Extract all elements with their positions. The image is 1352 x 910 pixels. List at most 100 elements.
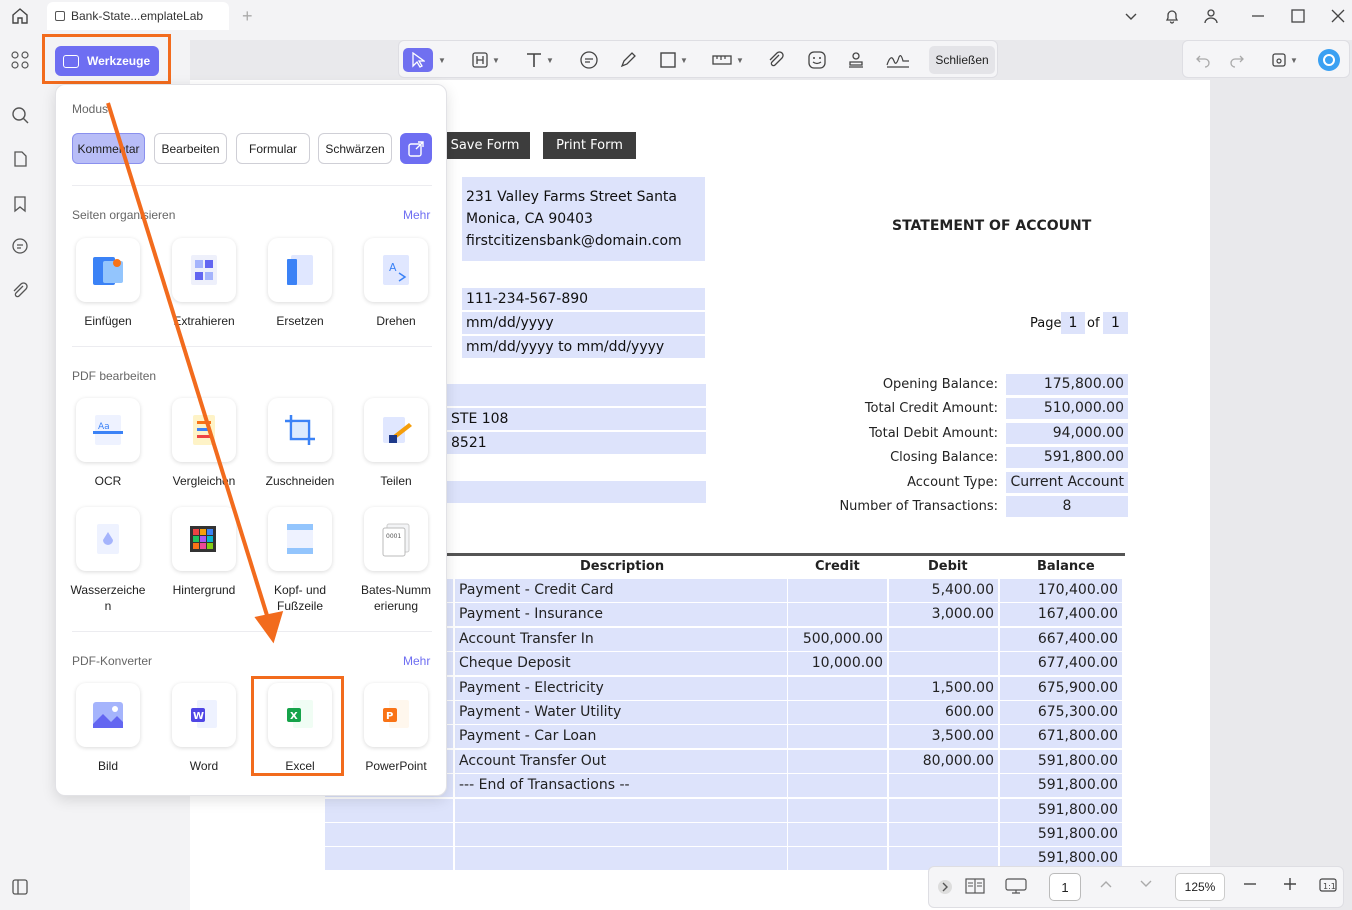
tile-ersetzen[interactable]: Ersetzen (252, 238, 348, 329)
summary-value[interactable]: 94,000.00 (1006, 423, 1128, 444)
zoom-in-icon[interactable] (1283, 877, 1297, 896)
debit-cell[interactable]: 3,500.00 (889, 725, 999, 748)
close-tools-button[interactable]: Schließen (929, 46, 995, 74)
page-layout-icon[interactable] (965, 877, 985, 900)
tile-word[interactable]: W Word (156, 683, 252, 774)
debit-cell[interactable] (889, 628, 999, 651)
credit-cell[interactable] (788, 579, 888, 602)
debit-cell[interactable]: 1,500.00 (889, 677, 999, 700)
balance-cell[interactable]: 167,400.00 (1000, 603, 1123, 626)
description-cell[interactable]: Payment - Electricity (455, 677, 788, 700)
debit-cell[interactable] (889, 774, 999, 797)
debit-cell[interactable]: 3,000.00 (889, 603, 999, 626)
description-cell[interactable]: Payment - Car Loan (455, 725, 788, 748)
tile-teilen[interactable]: Teilen (348, 398, 444, 489)
credit-cell[interactable] (788, 799, 888, 822)
mode-schwaerzen-button[interactable]: Schwärzen (318, 133, 392, 164)
zoom-out-icon[interactable] (1243, 877, 1257, 896)
debit-cell[interactable]: 600.00 (889, 701, 999, 724)
description-cell[interactable]: Account Transfer Out (455, 750, 788, 773)
debit-cell[interactable]: 80,000.00 (889, 750, 999, 773)
credit-cell[interactable] (788, 725, 888, 748)
description-cell[interactable]: Cheque Deposit (455, 652, 788, 675)
summary-value[interactable]: 175,800.00 (1006, 374, 1128, 395)
werkzeuge-button[interactable]: Werkzeuge (55, 46, 159, 76)
page-up-icon[interactable] (1099, 877, 1113, 896)
page-number-field[interactable]: 1 (1061, 312, 1085, 334)
customer-address-field-1[interactable]: STE 108 (447, 408, 706, 430)
credit-cell[interactable]: 10,000.00 (788, 652, 888, 675)
text-tool-icon[interactable]: ▼ (525, 48, 554, 72)
tile-hintergrund[interactable]: Hintergrund (156, 507, 252, 598)
balance-cell[interactable]: 667,400.00 (1000, 628, 1123, 651)
undo-icon[interactable] (1195, 48, 1211, 72)
attachment-icon[interactable] (9, 280, 31, 302)
row-ref-cell[interactable] (325, 823, 454, 846)
chevron-down-icon[interactable] (1119, 4, 1143, 28)
balance-cell[interactable]: 675,300.00 (1000, 701, 1123, 724)
save-icon[interactable]: ▼ (1271, 48, 1298, 72)
description-cell[interactable] (455, 823, 788, 846)
customer-extra-field[interactable] (447, 481, 706, 503)
date-field[interactable]: mm/dd/yyyy (462, 312, 705, 334)
customer-address-field-2[interactable]: 8521 (447, 432, 706, 454)
save-form-button[interactable]: Save Form (440, 132, 530, 159)
description-cell[interactable]: Account Transfer In (455, 628, 788, 651)
attach-tool-icon[interactable] (767, 48, 785, 72)
balance-cell[interactable]: 675,900.00 (1000, 677, 1123, 700)
balance-cell[interactable]: 591,800.00 (1000, 823, 1123, 846)
bank-address-field[interactable]: 231 Valley Farms Street Santa Monica, CA… (462, 177, 705, 261)
page-total-field[interactable]: 1 (1103, 312, 1128, 334)
maximize-icon[interactable] (1286, 4, 1310, 28)
document-tab[interactable]: Bank-State...emplateLab (47, 2, 229, 30)
description-cell[interactable]: Payment - Water Utility (455, 701, 788, 724)
organize-more-link[interactable]: Mehr (403, 208, 430, 222)
credit-cell[interactable] (788, 823, 888, 846)
mode-kommentar-button[interactable]: Kommentar (72, 133, 145, 164)
presentation-icon[interactable] (1005, 877, 1027, 900)
convert-more-link[interactable]: Mehr (403, 654, 430, 668)
tile-bates-nummerierung[interactable]: 0001 Bates-Nummerierung (348, 507, 444, 614)
balance-cell[interactable]: 591,800.00 (1000, 750, 1123, 773)
measure-tool-icon[interactable]: ▼ (711, 48, 744, 72)
summary-value[interactable]: Current Account (1006, 472, 1128, 493)
collapse-icon[interactable] (937, 879, 953, 900)
tile-kopf-fusszeile[interactable]: Kopf- undFußzeile (252, 507, 348, 614)
open-external-icon[interactable] (400, 133, 432, 164)
sidebar-toggle-icon[interactable] (9, 876, 31, 898)
balance-cell[interactable]: 170,400.00 (1000, 579, 1123, 602)
select-tool-icon[interactable] (403, 48, 433, 72)
tile-zuschneiden[interactable]: Zuschneiden (252, 398, 348, 489)
credit-cell[interactable] (788, 677, 888, 700)
balance-cell[interactable]: 591,800.00 (1000, 799, 1123, 822)
credit-cell[interactable] (788, 701, 888, 724)
customer-name-field[interactable] (447, 384, 706, 406)
bookmark-icon[interactable] (9, 193, 31, 215)
close-icon[interactable] (1326, 4, 1350, 28)
new-tab-button[interactable]: + (242, 6, 253, 27)
description-cell[interactable] (455, 799, 788, 822)
debit-cell[interactable] (889, 823, 999, 846)
credit-cell[interactable] (788, 774, 888, 797)
home-icon[interactable] (8, 5, 32, 27)
bell-icon[interactable] (1160, 4, 1184, 28)
description-cell[interactable]: Payment - Credit Card (455, 579, 788, 602)
sticker-tool-icon[interactable] (807, 48, 827, 72)
debit-cell[interactable] (889, 652, 999, 675)
ai-assistant-icon[interactable] (1317, 48, 1341, 72)
credit-cell[interactable]: 500,000.00 (788, 628, 888, 651)
minimize-icon[interactable] (1246, 4, 1270, 28)
user-icon[interactable] (1199, 4, 1223, 28)
tile-drehen[interactable]: A Drehen (348, 238, 444, 329)
stamp-tool-icon[interactable] (847, 48, 865, 72)
tile-extrahieren[interactable]: Extrahieren (156, 238, 252, 329)
mode-formular-button[interactable]: Formular (236, 133, 310, 164)
textbox-tool-icon[interactable]: ▼ (471, 48, 500, 72)
pages-icon[interactable] (9, 148, 31, 170)
account-number-field[interactable]: 111-234-567-890 (462, 288, 705, 310)
select-dropdown-icon[interactable]: ▼ (435, 48, 446, 72)
mode-bearbeiten-button[interactable]: Bearbeiten (154, 133, 227, 164)
print-form-button[interactable]: Print Form (543, 132, 636, 159)
search-icon[interactable] (9, 104, 31, 126)
page-input[interactable]: 1 (1049, 873, 1081, 901)
